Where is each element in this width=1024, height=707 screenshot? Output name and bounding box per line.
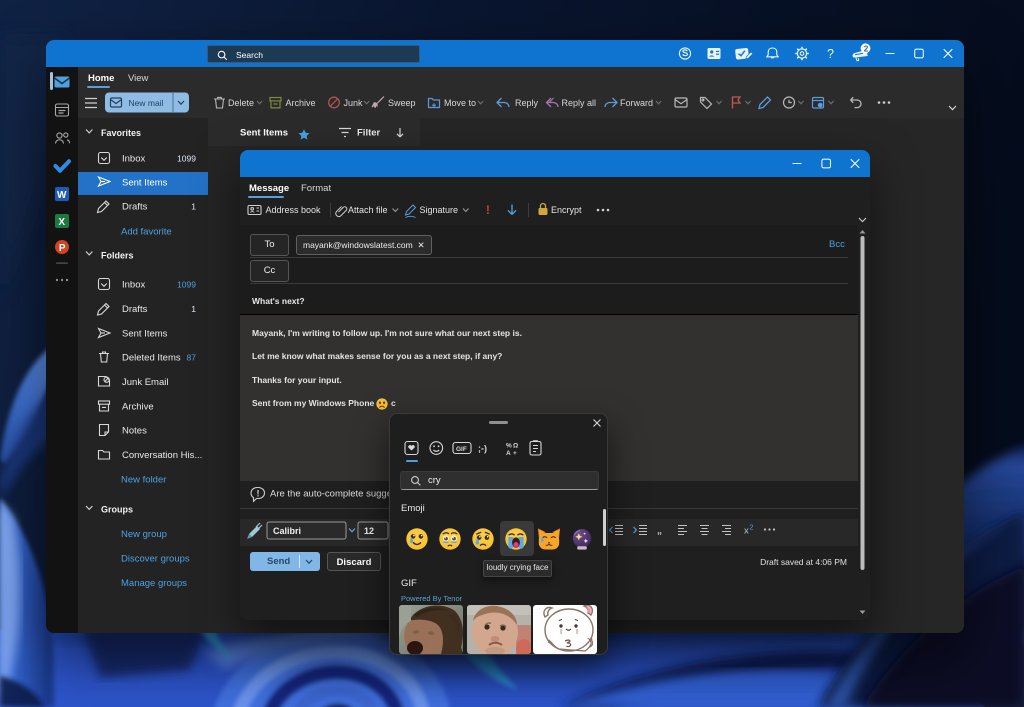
svg-text:Add favorite: Add favorite — [121, 227, 172, 238]
svg-text:1: 1 — [191, 304, 196, 314]
svg-text:New mail: New mail — [129, 98, 164, 108]
svg-text:1: 1 — [191, 202, 196, 212]
svg-text:Reply all: Reply all — [562, 98, 597, 108]
svg-text:!: ! — [486, 205, 490, 217]
svg-text:GIF: GIF — [456, 446, 467, 453]
svg-text:Sent Items: Sent Items — [122, 178, 168, 189]
svg-text:Sweep: Sweep — [388, 98, 416, 108]
svg-text:Forward: Forward — [620, 98, 653, 108]
svg-text:Reply: Reply — [515, 98, 539, 108]
svg-text:Sent Items: Sent Items — [240, 128, 288, 139]
svg-text:Discover groups: Discover groups — [121, 554, 190, 565]
svg-text:Inbox: Inbox — [122, 154, 145, 165]
svg-text:Drafts: Drafts — [122, 304, 148, 315]
svg-text:Junk: Junk — [344, 98, 364, 108]
svg-text:Move to: Move to — [444, 98, 476, 108]
svg-text:New folder: New folder — [121, 475, 166, 486]
svg-text:P: P — [59, 243, 66, 254]
svg-text:Deleted Items: Deleted Items — [122, 353, 181, 364]
svg-text:X: X — [58, 217, 65, 228]
svg-text:?: ? — [827, 47, 834, 61]
svg-text:+: + — [513, 450, 517, 457]
svg-text:„: „ — [657, 526, 662, 537]
svg-text:Inbox: Inbox — [122, 280, 145, 291]
svg-text:;-): ;-) — [478, 444, 487, 454]
svg-text:Attach file: Attach file — [348, 205, 388, 215]
svg-text:Notes: Notes — [122, 426, 147, 437]
svg-text:Junk Email: Junk Email — [122, 377, 168, 388]
svg-text:Encrypt: Encrypt — [551, 205, 582, 215]
svg-text:Groups: Groups — [101, 505, 133, 515]
svg-text:1099: 1099 — [177, 154, 196, 164]
svg-text:W: W — [57, 190, 67, 201]
svg-text:2: 2 — [864, 44, 869, 54]
svg-text:Address book: Address book — [266, 205, 322, 215]
svg-text:87: 87 — [187, 353, 197, 363]
svg-text:Archive: Archive — [286, 98, 316, 108]
svg-text:Folders: Folders — [101, 251, 134, 261]
svg-text:12: 12 — [364, 526, 374, 536]
svg-text:New group: New group — [121, 529, 167, 540]
svg-text:Drafts: Drafts — [122, 202, 148, 213]
svg-text:Calibri: Calibri — [273, 526, 301, 536]
svg-text:Ω: Ω — [513, 443, 518, 450]
svg-text:!: ! — [257, 489, 260, 499]
svg-text:A: A — [506, 450, 511, 457]
svg-text:Manage groups: Manage groups — [121, 578, 187, 589]
svg-text:Conversation His...: Conversation His... — [122, 450, 202, 461]
svg-text:Delete: Delete — [228, 98, 254, 108]
svg-text:x: x — [744, 526, 749, 537]
svg-text:Sent Items: Sent Items — [122, 329, 168, 340]
svg-text:2: 2 — [750, 525, 754, 532]
svg-text:1099: 1099 — [177, 280, 196, 290]
svg-text:Archive: Archive — [122, 402, 154, 413]
svg-text:Signature: Signature — [420, 205, 459, 215]
svg-text:%: % — [506, 443, 512, 450]
svg-text:Favorites: Favorites — [101, 128, 141, 138]
svg-text:Filter: Filter — [357, 128, 381, 139]
